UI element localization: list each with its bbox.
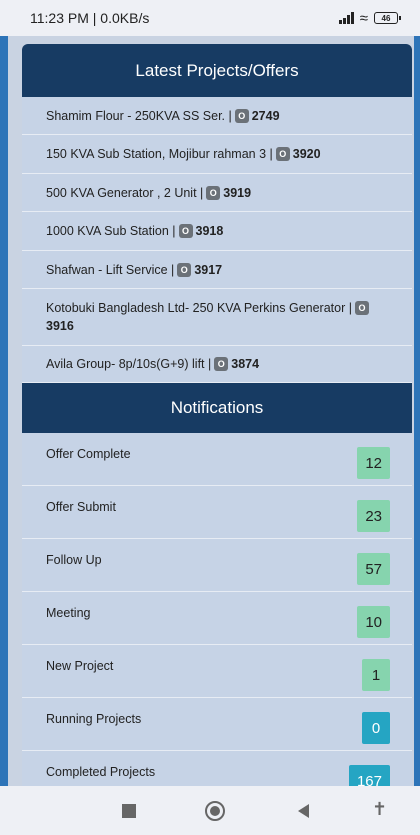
projects-header: Latest Projects/Offers: [22, 44, 412, 97]
status-bar: 11:23 PM | 0.0KB/s ≈ 46: [0, 0, 420, 36]
offer-badge-icon: O: [178, 224, 193, 238]
notification-item-meeting[interactable]: Meeting 10: [22, 592, 412, 645]
main-content[interactable]: Latest Projects/Offers Shamim Flour - 25…: [22, 44, 412, 786]
notifications-header: Notifications: [22, 383, 412, 433]
offer-badge-icon: O: [206, 185, 221, 200]
notification-label: Follow Up: [46, 553, 102, 567]
project-item[interactable]: 500 KVA Generator , 2 Unit | O 3919: [22, 174, 412, 212]
offer-badge-icon: O: [177, 262, 192, 277]
status-icons: ≈ 46: [338, 9, 401, 27]
notification-item-follow-up[interactable]: Follow Up 57: [22, 539, 412, 592]
count-badge: 12: [357, 447, 390, 479]
notification-item-running-projects[interactable]: Running Projects 0: [22, 698, 412, 751]
notification-label: Meeting: [46, 606, 91, 620]
battery-icon: 46: [374, 12, 401, 24]
project-id: 3918: [195, 224, 224, 238]
offer-badge-icon: O: [214, 357, 229, 371]
battery-level: 46: [381, 13, 391, 23]
notification-label: Running Projects: [46, 712, 142, 726]
project-item[interactable]: Shamim Flour - 250KVA SS Ser. | O 2749: [22, 97, 412, 135]
project-id: 3874: [231, 357, 260, 371]
count-badge: 167: [348, 765, 390, 786]
offer-badge-icon: O: [275, 147, 290, 161]
project-item[interactable]: 150 KVA Sub Station, Mojibur rahman 3 | O…: [22, 135, 412, 174]
project-id: 3916: [46, 319, 74, 333]
status-time-network: 11:23 PM | 0.0KB/s: [30, 10, 150, 26]
count-badge: 0: [362, 712, 390, 744]
notification-label: Offer Complete: [46, 447, 131, 461]
project-text: Kotobuki Bangladesh Ltd- 250 KVA Perkins…: [46, 301, 352, 315]
project-item[interactable]: Kotobuki Bangladesh Ltd- 250 KVA Perkins…: [22, 289, 412, 346]
notification-item-completed-projects[interactable]: Completed Projects 167: [22, 751, 412, 786]
project-text: Shafwan - Lift Service |: [46, 262, 175, 277]
project-text: 500 KVA Generator , 2 Unit |: [46, 185, 204, 200]
back-icon[interactable]: [298, 804, 309, 818]
accessibility-icon[interactable]: ✝: [372, 799, 387, 820]
count-badge: 23: [357, 500, 390, 532]
system-nav-bar: ✝: [0, 786, 420, 835]
project-text: 1000 KVA Sub Station |: [46, 224, 176, 238]
project-text: 150 KVA Sub Station, Mojibur rahman 3 |: [46, 147, 273, 161]
notification-label: Offer Submit: [46, 500, 116, 514]
project-id: 3917: [194, 262, 223, 277]
project-item[interactable]: Shafwan - Lift Service | O 3917: [22, 251, 412, 289]
wifi-icon: ≈: [359, 9, 368, 27]
recent-apps-icon[interactable]: [122, 804, 136, 818]
project-item[interactable]: 1000 KVA Sub Station | O 3918: [22, 212, 412, 251]
project-id: 3919: [223, 185, 252, 200]
notification-label: New Project: [46, 659, 114, 673]
offer-badge-icon: O: [354, 301, 369, 315]
project-id: 2749: [251, 108, 280, 123]
notification-item-new-project[interactable]: New Project 1: [22, 645, 412, 698]
project-item[interactable]: Avila Group- 8p/10s(G+9) lift | O 3874: [22, 346, 412, 383]
count-badge: 57: [357, 553, 390, 585]
notification-item-offer-complete[interactable]: Offer Complete 12: [22, 433, 412, 486]
project-text: Shamim Flour - 250KVA SS Ser. |: [46, 108, 232, 123]
notification-item-offer-submit[interactable]: Offer Submit 23: [22, 486, 412, 539]
signal-icon: [338, 12, 354, 24]
project-text: Avila Group- 8p/10s(G+9) lift |: [46, 357, 212, 371]
notification-label: Completed Projects: [46, 765, 156, 779]
offer-badge-icon: O: [234, 108, 249, 123]
home-icon[interactable]: [205, 801, 225, 821]
project-id: 3920: [292, 147, 321, 161]
count-badge: 1: [362, 659, 390, 691]
count-badge: 10: [357, 606, 390, 638]
